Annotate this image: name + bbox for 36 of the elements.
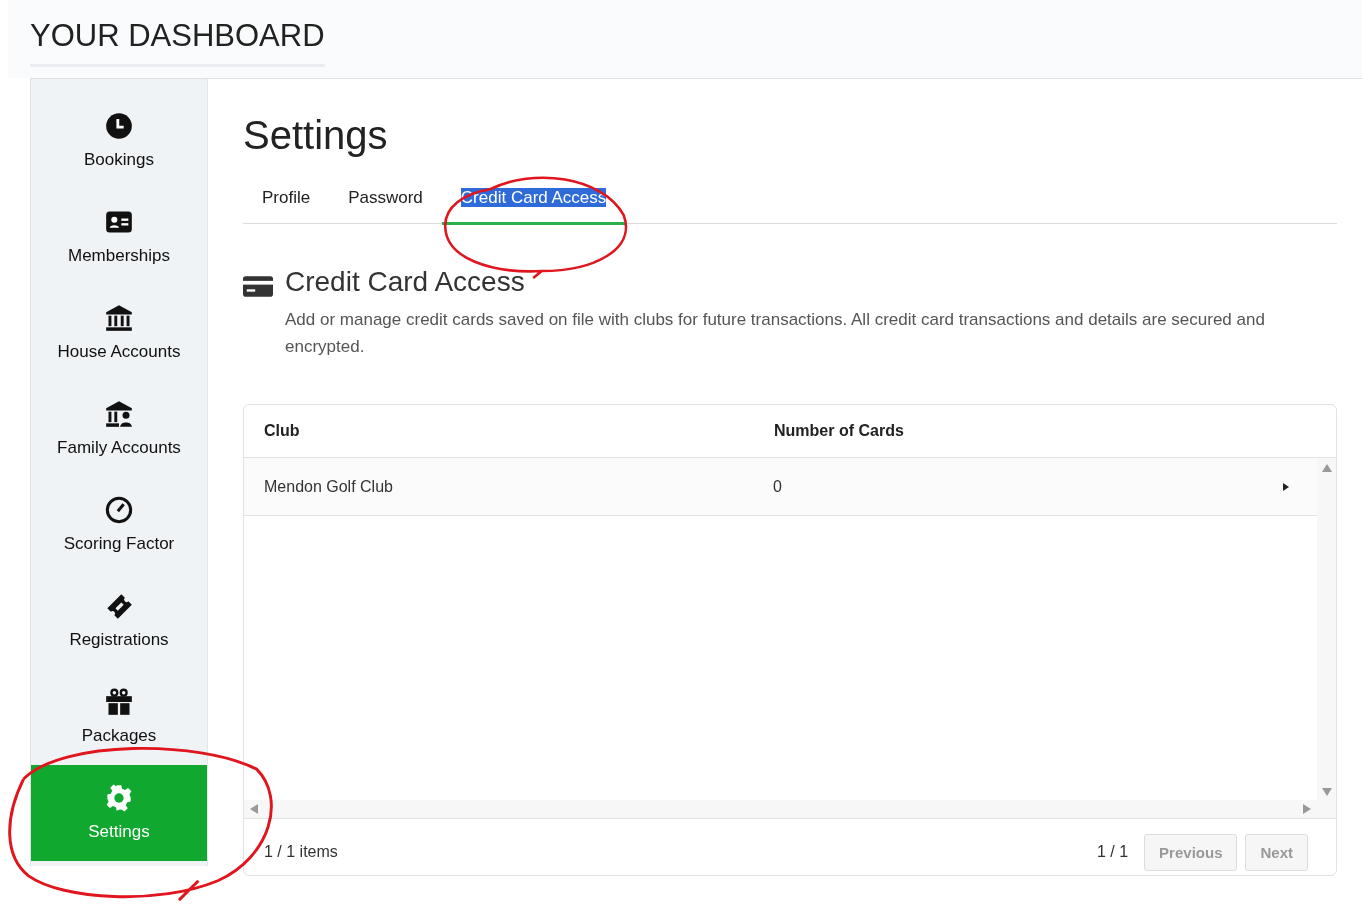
table-row[interactable]: Mendon Golf Club 0 [244, 458, 1317, 516]
page-indicator: 1 / 1 [1096, 843, 1129, 861]
table-cell-text: 0 [772, 477, 783, 496]
ticket-icon [105, 592, 133, 620]
credit-card-icon [243, 276, 273, 297]
scroll-right-icon[interactable] [1303, 804, 1311, 814]
tab[interactable]: Profile [243, 180, 330, 225]
scroll-down-icon[interactable] [1321, 788, 1332, 796]
settings-heading: Settings [243, 113, 389, 158]
sidebar-item[interactable]: Memberships [31, 189, 207, 285]
gift-icon [105, 688, 133, 716]
section-description: Add or manage credit cards saved on file with clubs for future transactions. All credit card transactions and details are secured and encrypted. [285, 309, 1266, 358]
sidebar-item[interactable]: Family Accounts [31, 381, 207, 477]
sidebar-item[interactable]: Registrations [31, 573, 207, 669]
scroll-up-icon[interactable] [1321, 464, 1332, 472]
sidebar-item[interactable]: House Accounts [31, 285, 207, 381]
scroll-left-icon[interactable] [250, 804, 258, 814]
gauge-icon [105, 496, 133, 524]
page-title: YOUR DASHBOARD [30, 18, 325, 67]
table-cell-text: Mendon Golf Club [263, 477, 394, 496]
sidebar-item[interactable]: Bookings [31, 93, 207, 189]
gear-icon [105, 784, 133, 812]
vertical-scrollbar[interactable] [1317, 458, 1336, 818]
tab[interactable]: Credit Card Access [441, 180, 626, 225]
section-title: Credit Card Access [285, 266, 526, 298]
column-header: Number of Cards [773, 422, 904, 440]
clock-icon [105, 112, 133, 140]
items-count: 1 / 1 items [264, 843, 338, 861]
tab[interactable]: Password [329, 180, 442, 225]
column-header: Club [263, 422, 301, 440]
horizontal-scrollbar[interactable] [244, 800, 1317, 818]
sidebar-item[interactable]: Scoring Factor [31, 477, 207, 573]
bank-person-icon [105, 400, 133, 428]
sidebar-item[interactable]: Packages [31, 669, 207, 765]
bank-icon [105, 304, 133, 332]
caret-icon [1283, 482, 1289, 491]
